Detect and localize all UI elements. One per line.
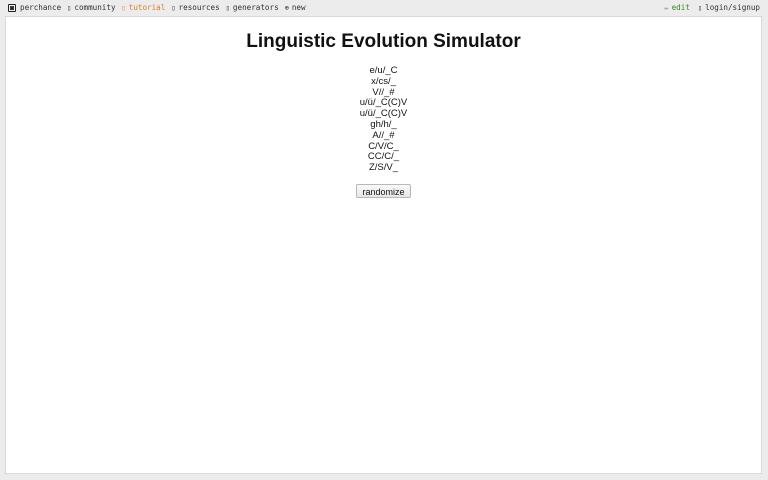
randomize-button[interactable]: randomize (356, 184, 411, 198)
nav-community[interactable]: ▯ community (67, 3, 115, 13)
nav-generators[interactable]: ▯ generators (226, 3, 279, 13)
resources-icon: ▯ (171, 4, 176, 12)
sound-change-rules-list: e/u/_C x/cs/_ V//_# u/ü/_C(C)V u/ü/_C(C)… (6, 65, 761, 174)
nav-label-perchance: perchance (20, 3, 62, 12)
plus-circle-icon: ⊕ (284, 4, 289, 12)
generators-icon: ▯ (225, 4, 230, 12)
top-navigation-bar: perchance ▯ community ▯ tutorial ▯ resou… (0, 0, 768, 16)
nav-right-group: ✏ edit ▯ login/signup (656, 3, 760, 13)
nav-label-tutorial: tutorial (128, 3, 166, 12)
nav-label-edit: edit (671, 3, 690, 12)
nav-label-community: community (74, 3, 116, 12)
nav-label-generators: generators (232, 3, 279, 12)
nav-home-perchance[interactable]: perchance (8, 3, 61, 13)
pencil-icon: ✏ (664, 4, 669, 12)
nav-label-login-signup: login/signup (705, 3, 760, 12)
user-icon: ▯ (697, 4, 703, 12)
nav-login-signup[interactable]: ▯ login/signup (698, 3, 760, 13)
rule-line: x/cs/_ (371, 75, 396, 87)
dice-icon (8, 4, 16, 12)
book-icon: ▯ (121, 4, 126, 12)
rule-line: A//_# (372, 129, 395, 141)
generator-output-panel: Linguistic Evolution Simulator e/u/_C x/… (5, 16, 762, 474)
nav-new[interactable]: ⊕ new (285, 3, 306, 13)
nav-edit[interactable]: ✏ edit (664, 3, 690, 13)
nav-left-group: perchance ▯ community ▯ tutorial ▯ resou… (8, 3, 312, 13)
nav-label-resources: resources (178, 3, 220, 12)
chat-icon: ▯ (67, 4, 72, 12)
page-title: Linguistic Evolution Simulator (246, 31, 521, 52)
nav-tutorial[interactable]: ▯ tutorial (122, 3, 166, 13)
nav-label-new: new (291, 3, 306, 12)
nav-resources[interactable]: ▯ resources (171, 3, 219, 13)
rule-line: Z/S/V_ (368, 162, 399, 174)
button-row: randomize (6, 182, 761, 200)
